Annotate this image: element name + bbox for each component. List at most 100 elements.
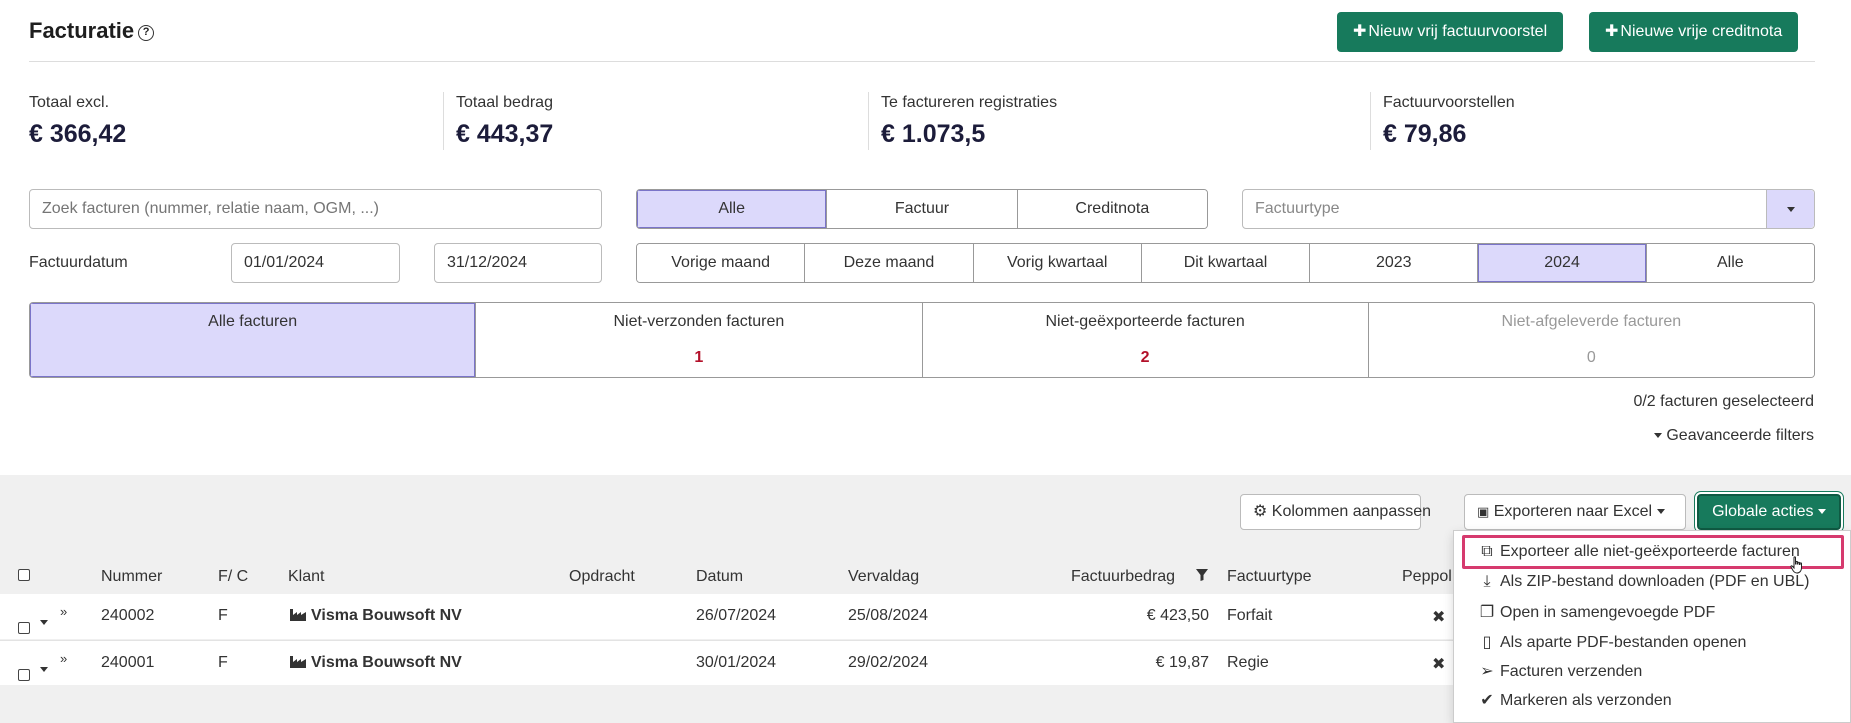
factuurtype-placeholder: Factuurtype xyxy=(1255,200,1340,217)
invoice-type-tabs: Alle Factuur Creditnota xyxy=(636,189,1208,229)
new-invoice-proposal-label: Nieuw vrij factuurvoorstel xyxy=(1368,23,1548,40)
tab-alle[interactable]: Alle xyxy=(637,190,827,228)
excel-file-icon: ▣ xyxy=(1477,504,1490,519)
col-factuurtype[interactable]: Factuurtype xyxy=(1227,568,1311,586)
menu-item-label: Als ZIP-bestand downloaden (PDF en UBL) xyxy=(1500,573,1810,590)
filter-icon[interactable] xyxy=(1195,568,1209,587)
col-nummer[interactable]: Nummer xyxy=(101,568,162,586)
card-count: 0 xyxy=(1586,349,1596,366)
question-circle-icon[interactable]: ? xyxy=(138,25,155,41)
cell-datum: 26/07/2024 xyxy=(696,607,777,624)
menu-item-export-unexported[interactable]: ⧉ Exporteer alle niet-geëxporteerde factu… xyxy=(1478,543,1800,561)
card-title: Alle facturen xyxy=(208,313,298,330)
row-expand-chevron-icon[interactable]: » xyxy=(60,651,67,666)
stat-label: Te factureren registraties xyxy=(881,94,1058,111)
factuurtype-select[interactable]: Factuurtype xyxy=(1242,189,1815,229)
tab-vorig-kwartaal[interactable]: Vorig kwartaal xyxy=(972,244,1141,282)
factory-icon xyxy=(290,609,306,621)
new-invoice-proposal-button[interactable]: ✚ Nieuw vrij factuurvoorstel xyxy=(1337,12,1564,52)
peppol-x-icon: ✖ xyxy=(1432,609,1446,626)
stat-value: € 1.073,5 xyxy=(881,120,986,148)
card-undelivered-invoices[interactable]: Niet-afgeleverde facturen 0 xyxy=(1367,303,1814,377)
factuurtype-dropdown-button[interactable] xyxy=(1766,190,1814,228)
col-vervaldag[interactable]: Vervaldag xyxy=(848,568,919,586)
stat-total-excl: Totaal excl. € 366,42 xyxy=(29,94,126,149)
file-pdf-icon: ▯ xyxy=(1482,634,1492,651)
stat-value: € 366,42 xyxy=(29,120,127,148)
menu-item-open-separate-pdf[interactable]: ▯ Als aparte PDF-bestanden openen xyxy=(1478,632,1747,652)
global-actions-label: Globale acties xyxy=(1712,503,1814,520)
card-title: Niet-verzonden facturen xyxy=(613,313,785,330)
menu-item-mark-sent[interactable]: ✔ Markeren als verzonden xyxy=(1478,690,1671,710)
date-from-value: 01/01/2024 xyxy=(244,254,325,271)
cell-type: Forfait xyxy=(1227,607,1273,624)
date-from-field[interactable]: 01/01/2024 xyxy=(231,243,400,283)
col-fc[interactable]: F/ C xyxy=(218,568,248,586)
card-all-invoices[interactable]: Alle facturen xyxy=(30,303,476,377)
card-title: Niet-geëxporteerde facturen xyxy=(1045,313,1245,330)
stat-total-amount: Totaal bedrag € 443,37 xyxy=(456,94,553,149)
caret-down-icon xyxy=(1653,433,1662,439)
cell-klant[interactable]: Visma Bouwsoft NV xyxy=(290,654,462,672)
columns-customize-button[interactable]: ⚙ Kolommen aanpassen xyxy=(1240,494,1431,530)
col-klant[interactable]: Klant xyxy=(288,568,324,586)
menu-item-label: Exporteer alle niet-geëxporteerde factur… xyxy=(1500,543,1800,560)
card-unexported-invoices[interactable]: Niet-geëxporteerde facturen 2 xyxy=(921,303,1368,377)
export-excel-button[interactable]: ▣ Exporteren naar Excel xyxy=(1464,494,1686,530)
date-to-field[interactable]: 31/12/2024 xyxy=(434,243,602,283)
row-expand-chevron-icon[interactable]: » xyxy=(60,604,67,619)
header-divider xyxy=(29,61,1815,62)
tab-factuur[interactable]: Factuur xyxy=(826,190,1017,228)
tab-alle-periode[interactable]: Alle xyxy=(1645,244,1814,282)
copy-icon: ❐ xyxy=(1479,604,1495,621)
stat-divider xyxy=(443,92,444,150)
plus-icon: ✚ xyxy=(1353,23,1367,40)
page-title-text: Facturatie xyxy=(29,18,135,43)
page-title: Facturatie? xyxy=(29,18,155,44)
menu-item-open-merged-pdf[interactable]: ❐ Open in samengevoegde PDF xyxy=(1478,602,1715,622)
invoice-status-cards: Alle facturen Niet-verzonden facturen 1 … xyxy=(29,302,1815,378)
caret-down-icon xyxy=(1817,509,1826,515)
tab-dit-kwartaal[interactable]: Dit kwartaal xyxy=(1140,244,1310,282)
new-credit-note-button[interactable]: ✚ Nieuwe vrije creditnota xyxy=(1589,12,1799,52)
stat-label: Totaal excl. xyxy=(29,94,110,111)
tab-deze-maand[interactable]: Deze maand xyxy=(804,244,973,282)
peppol-x-icon: ✖ xyxy=(1432,656,1446,673)
tab-vorige-maand[interactable]: Vorige maand xyxy=(637,244,805,282)
global-actions-button[interactable]: Globale acties xyxy=(1697,494,1841,530)
cell-bedrag: € 423,50 xyxy=(1146,607,1209,624)
card-title: Niet-afgeleverde facturen xyxy=(1501,313,1682,330)
col-opdracht[interactable]: Opdracht xyxy=(569,568,635,586)
card-unsent-invoices[interactable]: Niet-verzonden facturen 1 xyxy=(475,303,922,377)
paper-plane-icon: ➢ xyxy=(1480,663,1494,680)
menu-item-send-invoices[interactable]: ➢ Facturen verzenden xyxy=(1478,661,1642,681)
cell-type: Regie xyxy=(1227,654,1269,671)
cell-nummer: 240002 xyxy=(101,607,155,624)
col-factuurbedrag[interactable]: Factuurbedrag xyxy=(1071,568,1175,586)
factory-icon xyxy=(290,656,306,668)
date-to-value: 31/12/2024 xyxy=(447,254,528,271)
invoice-date-label: Factuurdatum xyxy=(29,254,128,271)
advanced-filters-toggle[interactable]: Geavanceerde filters xyxy=(1653,427,1814,445)
stat-value: € 79,86 xyxy=(1383,120,1467,148)
cell-vervaldag: 29/02/2024 xyxy=(848,654,929,671)
caret-down-icon xyxy=(1656,509,1665,515)
search-input[interactable] xyxy=(29,189,602,229)
klant-name: Visma Bouwsoft NV xyxy=(311,654,462,671)
plus-icon: ✚ xyxy=(1605,23,1619,40)
tab-creditnota[interactable]: Creditnota xyxy=(1016,190,1207,228)
stat-label: Factuurvoorstellen xyxy=(1383,94,1515,111)
tab-2023[interactable]: 2023 xyxy=(1309,244,1478,282)
external-link-icon: ⧉ xyxy=(1481,543,1493,560)
col-peppol[interactable]: Peppol xyxy=(1402,568,1452,586)
col-datum[interactable]: Datum xyxy=(696,568,743,586)
menu-item-label: Open in samengevoegde PDF xyxy=(1500,604,1716,621)
stat-value: € 443,37 xyxy=(456,120,554,148)
stat-to-invoice-registrations: Te factureren registraties € 1.073,5 xyxy=(881,94,1057,149)
cell-klant[interactable]: Visma Bouwsoft NV xyxy=(290,607,462,625)
tab-2024[interactable]: 2024 xyxy=(1477,244,1646,282)
caret-down-icon xyxy=(1787,207,1795,212)
klant-name: Visma Bouwsoft NV xyxy=(311,607,462,624)
menu-item-download-zip[interactable]: ⤓ Als ZIP-bestand downloaden (PDF en UBL) xyxy=(1478,573,1809,591)
advanced-filters-label: Geavanceerde filters xyxy=(1666,427,1814,444)
